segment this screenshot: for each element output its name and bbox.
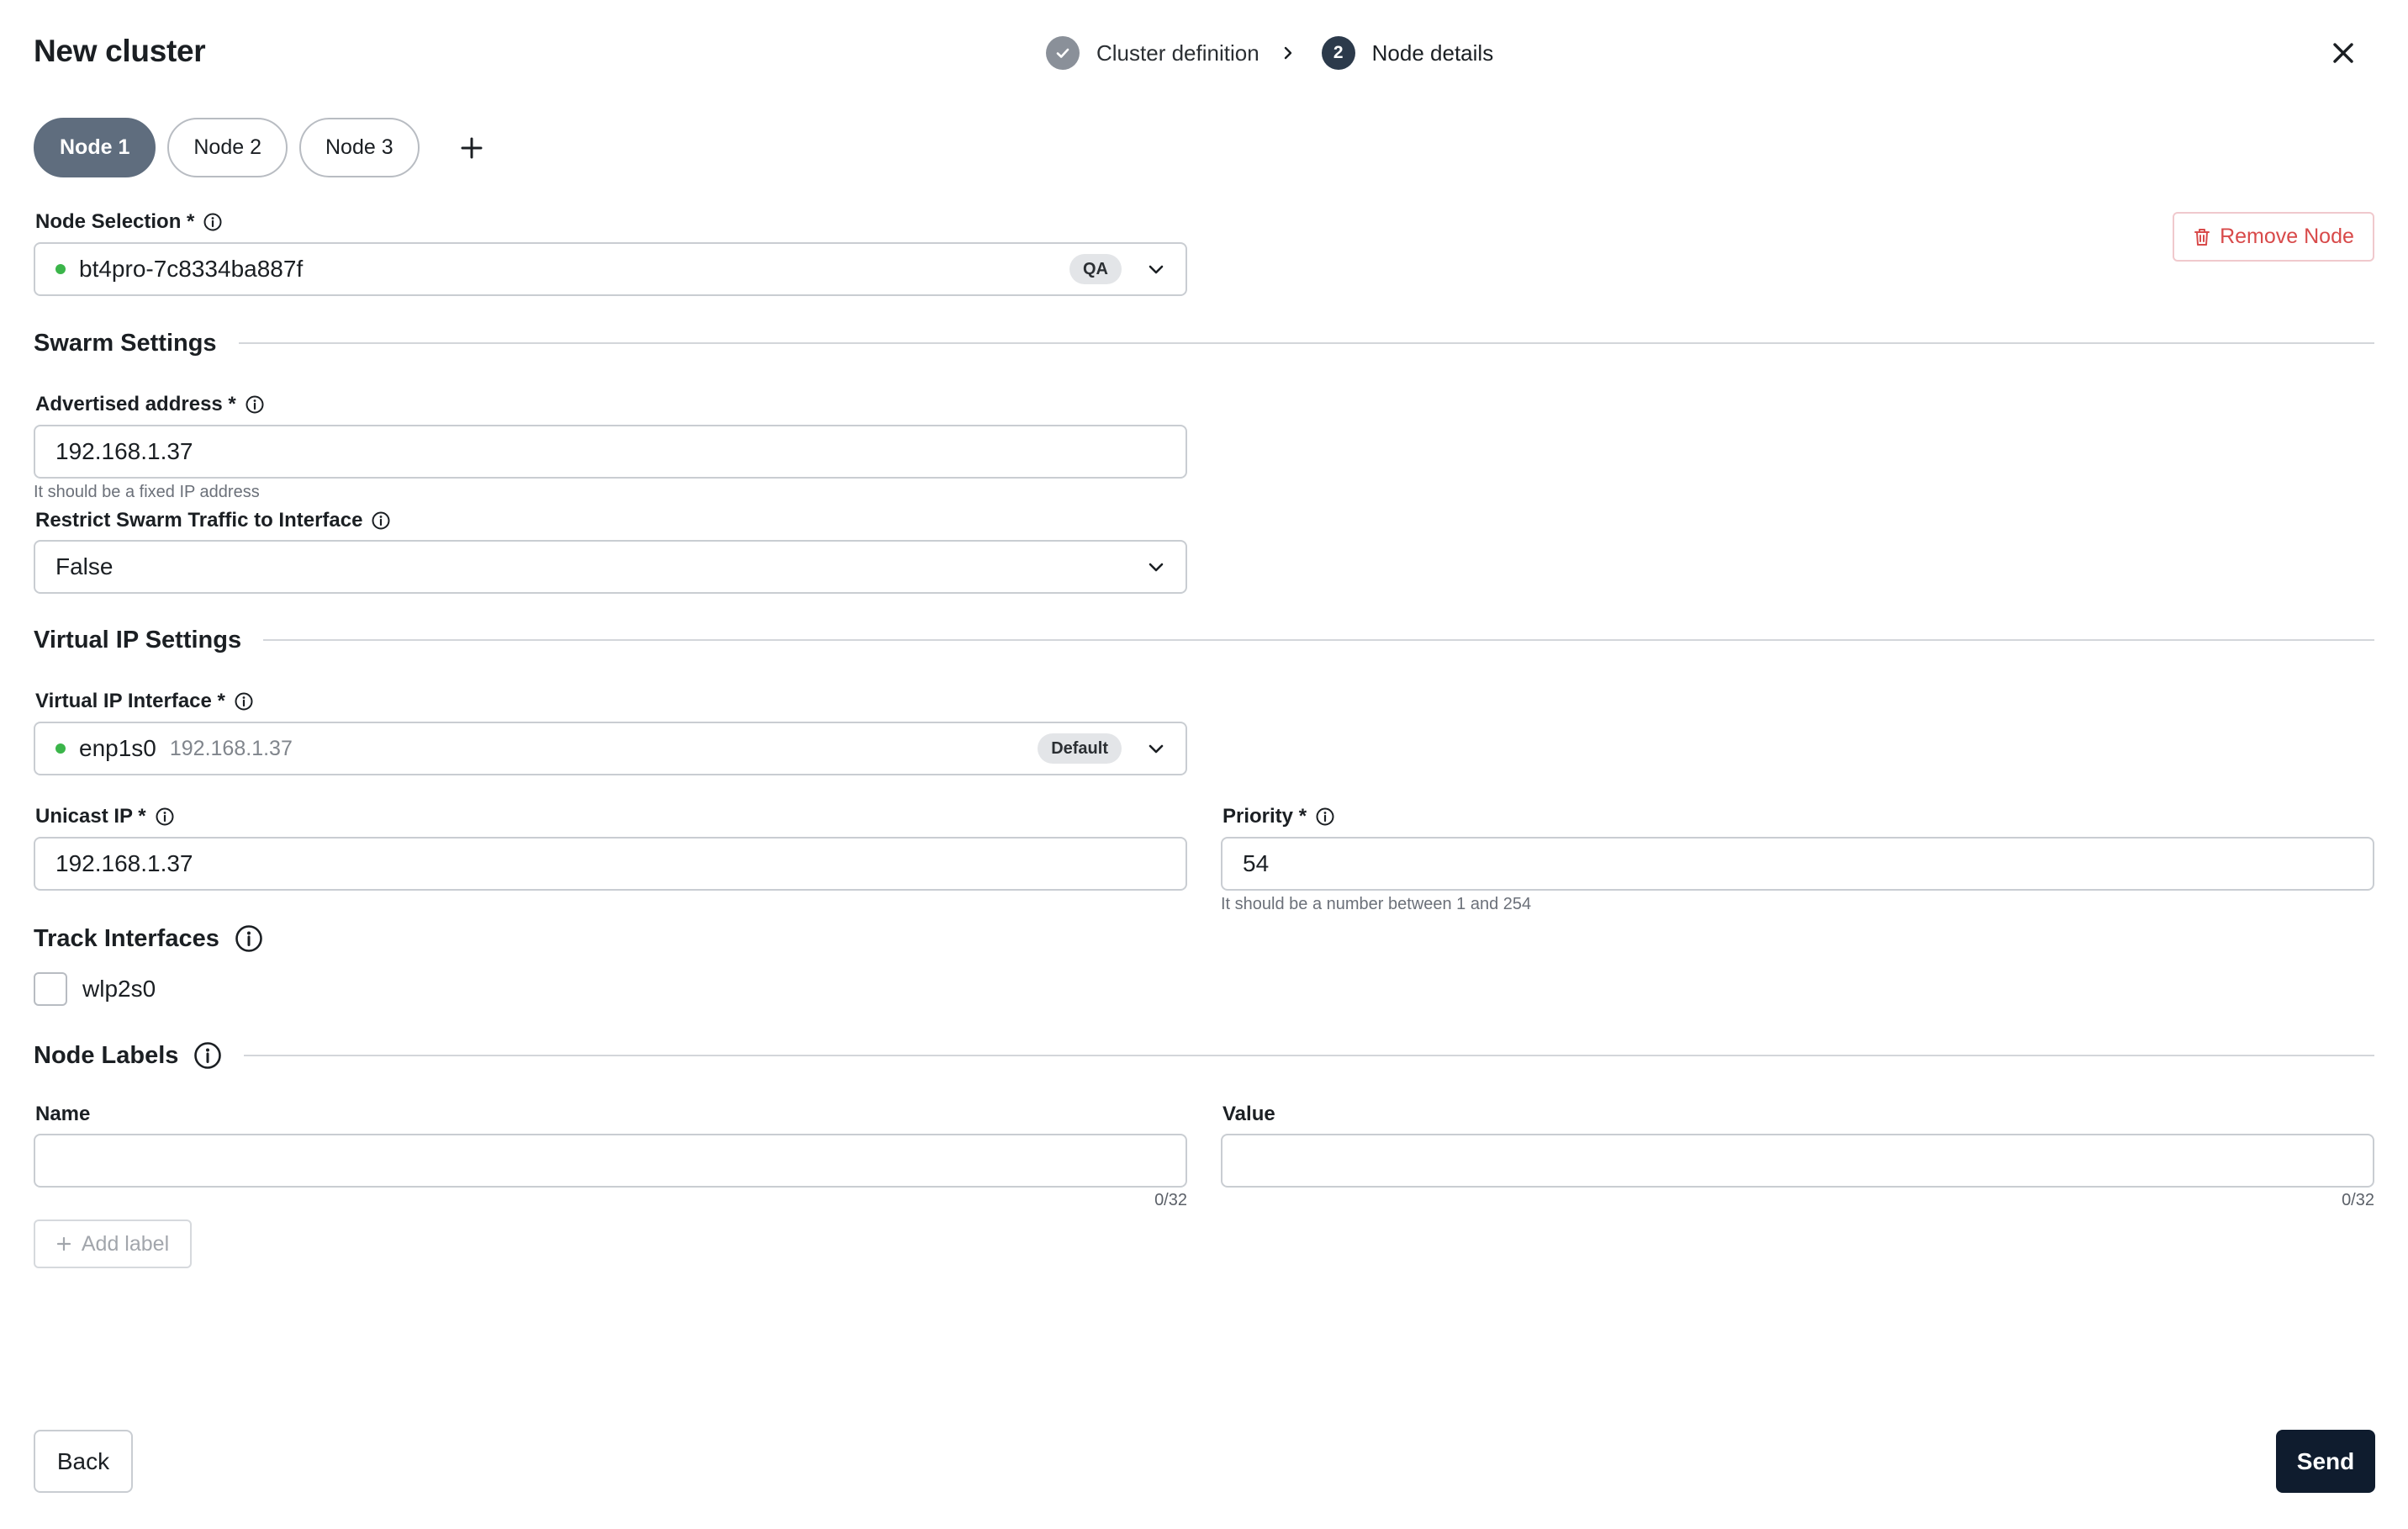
unicast-ip-input[interactable]: 192.168.1.37 <box>34 837 1187 891</box>
info-icon[interactable] <box>371 511 391 531</box>
divider <box>244 1055 2374 1056</box>
node-selection-label: Node Selection * <box>35 210 223 234</box>
section-title: Node Labels <box>34 1041 222 1070</box>
chevron-down-icon <box>1147 558 1165 576</box>
environment-badge: QA <box>1069 254 1122 284</box>
label-value-label: Value <box>1222 1103 1275 1125</box>
unicast-ip-label: Unicast IP * <box>35 805 175 828</box>
label-value-input[interactable] <box>1221 1134 2374 1188</box>
swarm-settings-section: Swarm Settings <box>34 326 2374 360</box>
virtual-ip-interface-select[interactable]: enp1s0 192.168.1.37 Default <box>34 722 1187 775</box>
info-icon[interactable] <box>245 394 265 415</box>
priority-input[interactable]: 54 <box>1221 837 2374 891</box>
label-name-input[interactable] <box>34 1134 1187 1188</box>
back-button[interactable]: Back <box>34 1430 133 1493</box>
priority-hint: It should be a number between 1 and 254 <box>1221 895 1532 913</box>
label-name-label: Name <box>35 1103 91 1125</box>
new-cluster-dialog: New cluster Cluster definition 2 Node de… <box>0 0 2408 1529</box>
check-icon <box>1056 48 1069 58</box>
label-value-counter: 0/32 <box>2342 1191 2374 1209</box>
node-tabs: Node 1 Node 2 Node 3 <box>34 118 494 177</box>
tab-node-2[interactable]: Node 2 <box>167 118 288 177</box>
add-node-button[interactable] <box>450 126 494 170</box>
advertised-address-hint: It should be a fixed IP address <box>34 483 260 501</box>
plus-icon <box>56 1236 71 1251</box>
track-interfaces-section: Track Interfaces <box>34 922 263 955</box>
interface-name: enp1s0 <box>79 735 156 761</box>
chevron-down-icon <box>1147 260 1165 278</box>
track-interfaces-title: Track Interfaces <box>34 924 219 952</box>
default-badge: Default <box>1038 733 1122 764</box>
page-title: New cluster <box>34 34 206 68</box>
info-icon[interactable] <box>155 807 175 827</box>
info-icon[interactable] <box>1315 807 1335 827</box>
track-interface-label: wlp2s0 <box>82 976 156 1002</box>
stepper: Cluster definition 2 Node details <box>1046 36 1493 70</box>
info-icon[interactable] <box>193 1041 222 1070</box>
trash-icon <box>2193 227 2211 247</box>
virtual-ip-interface-label: Virtual IP Interface * <box>35 690 254 713</box>
add-label-button[interactable]: Add label <box>34 1219 192 1268</box>
track-interface-checkbox[interactable] <box>34 972 67 1006</box>
info-icon[interactable] <box>234 691 254 712</box>
section-title: Virtual IP Settings <box>34 626 242 653</box>
section-title: Swarm Settings <box>34 329 217 357</box>
label-name-counter: 0/32 <box>1154 1191 1187 1209</box>
advertised-address-input[interactable]: 192.168.1.37 <box>34 425 1187 479</box>
divider <box>238 342 2374 344</box>
priority-value: 54 <box>1243 850 1270 876</box>
node-selection-label-text: Node Selection * <box>35 210 195 233</box>
virtual-ip-interface-label-text: Virtual IP Interface * <box>35 690 225 712</box>
advertised-address-label-text: Advertised address * <box>35 393 236 415</box>
node-labels-title: Node Labels <box>34 1041 179 1069</box>
advertised-address-value: 192.168.1.37 <box>55 438 193 464</box>
restrict-traffic-value: False <box>55 553 114 579</box>
info-icon[interactable] <box>235 924 263 953</box>
info-icon[interactable] <box>203 212 223 232</box>
remove-node-label: Remove Node <box>2220 225 2354 248</box>
step-number-badge: 2 <box>1321 36 1355 70</box>
chevron-right-icon <box>1276 41 1300 65</box>
node-selection-select[interactable]: bt4pro-7c8334ba887f QA <box>34 242 1187 296</box>
step-node-details: Node details <box>1371 40 1494 66</box>
priority-label-text: Priority * <box>1222 805 1307 828</box>
restrict-traffic-select[interactable]: False <box>34 540 1187 594</box>
close-icon <box>2333 43 2353 63</box>
plus-icon <box>461 137 483 158</box>
node-selection-value: bt4pro-7c8334ba887f <box>79 256 304 282</box>
tab-node-3[interactable]: Node 3 <box>298 118 420 177</box>
divider <box>263 639 2374 641</box>
restrict-traffic-label-text: Restrict Swarm Traffic to Interface <box>35 509 363 532</box>
chevron-down-icon <box>1147 739 1165 758</box>
tab-node-1[interactable]: Node 1 <box>34 118 156 177</box>
node-labels-section: Node Labels <box>34 1039 2374 1072</box>
priority-label: Priority * <box>1222 805 1335 828</box>
status-dot <box>55 264 66 274</box>
section-title: Track Interfaces <box>34 924 263 953</box>
send-button[interactable]: Send <box>2276 1430 2375 1493</box>
restrict-traffic-label: Restrict Swarm Traffic to Interface <box>35 509 391 532</box>
step-completed-indicator <box>1046 36 1080 70</box>
status-dot <box>55 743 66 754</box>
interface-ip: 192.168.1.37 <box>169 736 293 760</box>
step-cluster-definition[interactable]: Cluster definition <box>1096 40 1259 66</box>
close-button[interactable] <box>2327 37 2359 69</box>
unicast-ip-label-text: Unicast IP * <box>35 805 146 828</box>
add-label-text: Add label <box>81 1231 170 1256</box>
track-interface-item: wlp2s0 <box>34 972 156 1006</box>
remove-node-button[interactable]: Remove Node <box>2173 212 2374 262</box>
unicast-ip-value: 192.168.1.37 <box>55 850 193 876</box>
virtual-ip-settings-section: Virtual IP Settings <box>34 623 2374 657</box>
advertised-address-label: Advertised address * <box>35 393 265 416</box>
